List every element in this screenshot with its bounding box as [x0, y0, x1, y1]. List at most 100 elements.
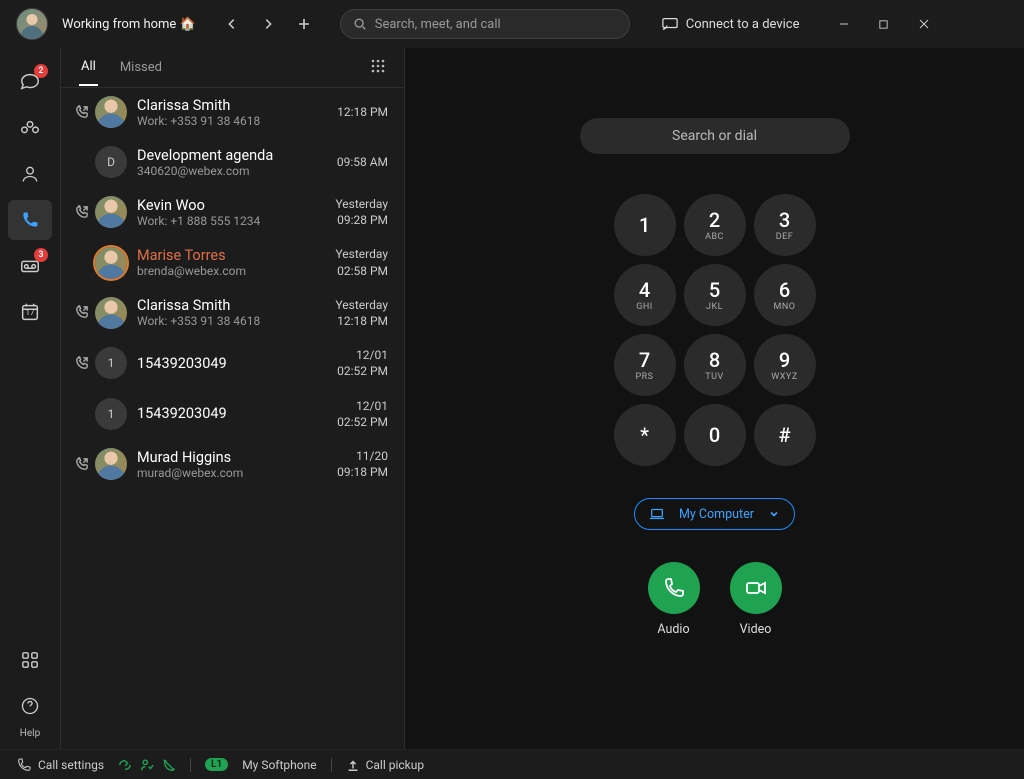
key-3[interactable]: 3DEF [754, 194, 816, 256]
call-item[interactable]: DDevelopment agenda340620@webex.com09:58… [61, 138, 404, 188]
key-letters: WXYZ [771, 372, 797, 382]
connect-device-button[interactable]: Connect to a device [650, 17, 812, 32]
call-list: Clarissa SmithWork: +353 91 38 461812:18… [61, 88, 404, 749]
call-item[interactable]: Kevin WooWork: +1 888 555 1234Yesterday0… [61, 188, 404, 238]
call-time: 12/0102:52 PM [337, 398, 388, 430]
sidebar-item-help[interactable] [8, 686, 52, 726]
key-6[interactable]: 6MNO [754, 264, 816, 326]
key-0[interactable]: 0 [684, 404, 746, 466]
laptop-icon [649, 507, 665, 521]
sidebar-item-messaging[interactable]: 2 [8, 62, 52, 102]
sidebar: 2 3 17 Help [0, 48, 60, 749]
sidebar-item-apps[interactable] [8, 640, 52, 680]
key-2[interactable]: 2ABC [684, 194, 746, 256]
plus-button[interactable] [288, 8, 320, 40]
avatar: 1 [95, 398, 127, 430]
apps-icon [21, 651, 39, 669]
key-7[interactable]: 7PRS [614, 334, 676, 396]
close-button[interactable] [908, 8, 940, 40]
user-avatar[interactable] [16, 8, 48, 40]
key-#[interactable]: # [754, 404, 816, 466]
call-sub: Work: +353 91 38 4618 [137, 314, 331, 328]
video-call-button[interactable]: Video [730, 562, 782, 637]
sidebar-item-contacts[interactable] [8, 154, 52, 194]
separator [331, 758, 332, 772]
avatar [95, 297, 127, 329]
call-tabs: All Missed [61, 48, 404, 88]
key-digit: 4 [639, 278, 650, 302]
call-direction-icon [71, 105, 91, 120]
audio-label: Audio [657, 622, 689, 637]
call-time: 11/2009:18 PM [337, 448, 388, 480]
call-info: Murad Higginsmurad@webex.com [137, 449, 333, 480]
call-info: Marise Torresbrenda@webex.com [137, 247, 331, 278]
top-bar: Working from home 🏠 Search, meet, and ca… [0, 0, 1024, 48]
help-label: Help [20, 728, 40, 739]
call-time: Yesterday09:28 PM [335, 196, 388, 228]
person-check-icon [140, 758, 154, 772]
call-pickup-button[interactable]: Call pickup [346, 758, 425, 772]
key-letters: DEF [776, 232, 794, 242]
key-8[interactable]: 8TUV [684, 334, 746, 396]
search-placeholder: Search, meet, and call [375, 17, 501, 32]
call-settings-button[interactable]: Call settings [16, 757, 104, 773]
call-name: Clarissa Smith [137, 97, 333, 114]
dial-search-input[interactable]: Search or dial [580, 118, 850, 154]
call-name: 15439203049 [137, 355, 333, 372]
call-item[interactable]: Marise Torresbrenda@webex.comYesterday02… [61, 238, 404, 288]
minimize-button[interactable] [828, 8, 860, 40]
key-*[interactable]: * [614, 404, 676, 466]
tab-all[interactable]: All [79, 49, 98, 86]
device-selector[interactable]: My Computer [634, 498, 795, 530]
key-letters: TUV [705, 372, 723, 382]
maximize-button[interactable] [868, 8, 900, 40]
sidebar-item-teams[interactable] [8, 108, 52, 148]
line-badge[interactable]: L1 [205, 758, 228, 771]
call-sub: 340620@webex.com [137, 164, 333, 178]
call-time: Yesterday02:58 PM [335, 246, 388, 278]
key-digit: * [640, 423, 649, 447]
call-name: Development agenda [137, 147, 333, 164]
softphone-label[interactable]: My Softphone [242, 758, 316, 772]
call-info: 15439203049 [137, 355, 333, 372]
sidebar-item-voicemail[interactable]: 3 [8, 246, 52, 286]
dialpad-icon [370, 58, 386, 74]
nav-arrows [216, 8, 320, 40]
call-time: 12:18 PM [337, 104, 388, 120]
forward-icon [118, 758, 132, 772]
call-info: 15439203049 [137, 405, 333, 422]
call-item[interactable]: Murad Higginsmurad@webex.com11/2009:18 P… [61, 440, 404, 490]
call-item[interactable]: Clarissa SmithWork: +353 91 38 4618 12:18… [61, 88, 404, 138]
key-digit: # [778, 423, 790, 447]
audio-call-button[interactable]: Audio [648, 562, 700, 637]
tab-missed[interactable]: Missed [118, 50, 164, 85]
avatar: 1 [95, 347, 127, 379]
key-1[interactable]: 1 [614, 194, 676, 256]
video-label: Video [740, 622, 772, 637]
call-item[interactable]: Clarissa SmithWork: +353 91 38 4618Yeste… [61, 289, 404, 339]
key-4[interactable]: 4GHI [614, 264, 676, 326]
key-9[interactable]: 9WXYZ [754, 334, 816, 396]
voicemail-badge: 3 [34, 248, 48, 262]
forward-button[interactable] [252, 8, 284, 40]
dialpad-toggle[interactable] [370, 58, 386, 78]
sidebar-item-calendar[interactable]: 17 [8, 292, 52, 332]
avatar [95, 196, 127, 228]
call-item[interactable]: 1 1543920304912/0102:52 PM [61, 390, 404, 440]
back-button[interactable] [216, 8, 248, 40]
sidebar-item-calling[interactable] [8, 200, 52, 240]
key-letters: MNO [774, 302, 796, 312]
dialer-panel: Search or dial 12ABC3DEF 4GHI5JKL6MNO 7PRS… [405, 48, 1024, 749]
help-icon [20, 696, 40, 716]
call-name: Kevin Woo [137, 197, 331, 214]
call-direction-icon [71, 356, 91, 371]
phone-icon [20, 210, 40, 230]
call-sub: Work: +353 91 38 4618 [137, 114, 333, 128]
calls-panel: All Missed Clarissa SmithWork: +353 91 3… [60, 48, 405, 749]
call-item[interactable]: 11543920304912/0102:52 PM [61, 339, 404, 389]
call-name: 15439203049 [137, 405, 333, 422]
key-5[interactable]: 5JKL [684, 264, 746, 326]
presence-status[interactable]: Working from home 🏠 [62, 17, 196, 32]
search-input[interactable]: Search, meet, and call [340, 9, 630, 39]
avatar [95, 247, 127, 279]
